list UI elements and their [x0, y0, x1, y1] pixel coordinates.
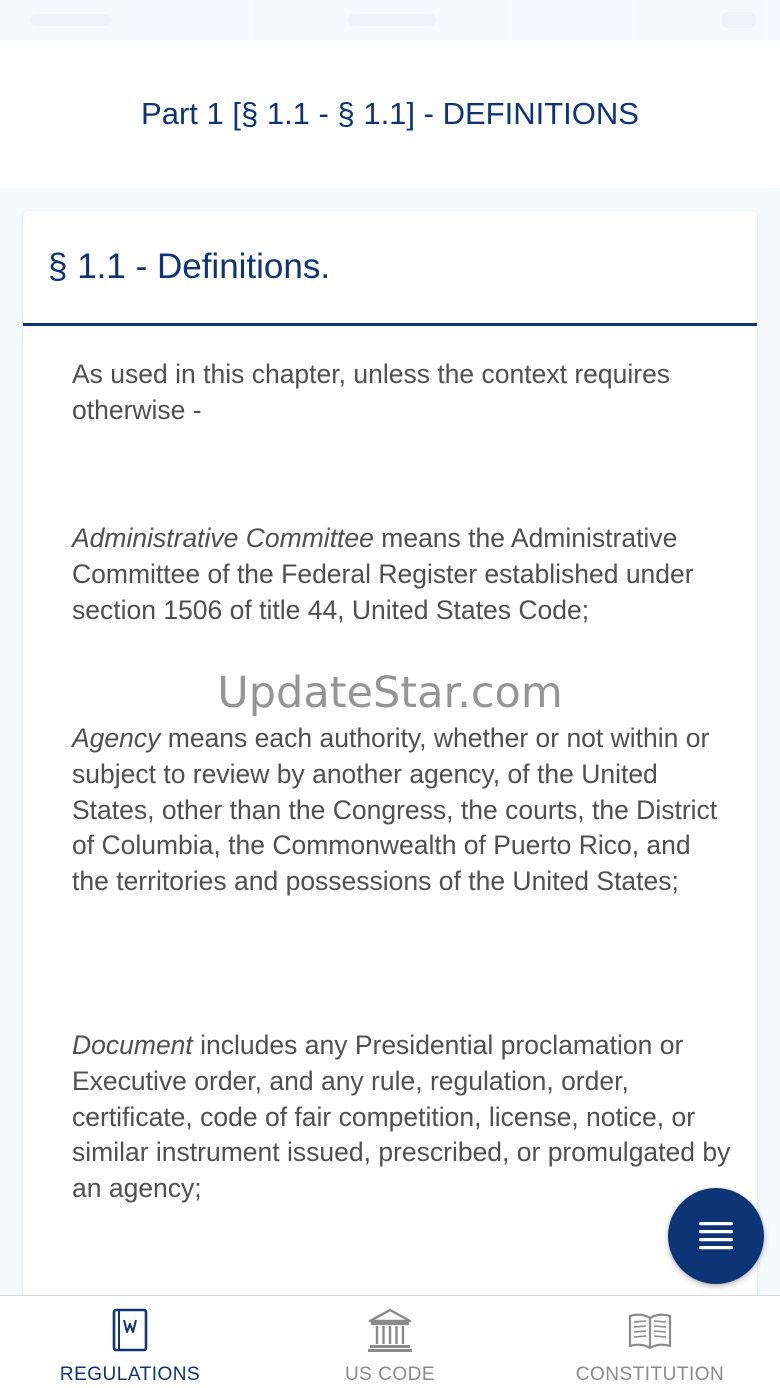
definition-paragraph: Document includes any Presidential procl…: [72, 1028, 732, 1207]
status-center: [348, 14, 436, 26]
tab-regulations[interactable]: REGULATIONS: [0, 1296, 260, 1388]
definition-term: Document: [72, 1030, 193, 1060]
menu-icon: [699, 1222, 733, 1250]
book-icon: [112, 1308, 148, 1352]
intro-paragraph: As used in this chapter, unless the cont…: [72, 359, 671, 425]
page-title: Part 1 [§ 1.1 - § 1.1] - DEFINITIONS: [141, 96, 639, 131]
definition-paragraph: Administrative Committee means the Admin…: [72, 521, 732, 628]
section-divider: [23, 323, 757, 326]
status-time: [30, 14, 110, 26]
content-card[interactable]: § 1.1 - Definitions. As used in this cha…: [23, 211, 757, 1311]
section-title: § 1.1 - Definitions.: [48, 247, 331, 286]
definition-text: means each authority, whether or not wit…: [72, 723, 718, 897]
tab-us-code[interactable]: US CODE: [260, 1296, 520, 1388]
courthouse-icon: [368, 1308, 412, 1352]
tab-label: REGULATIONS: [59, 1364, 201, 1385]
menu-button[interactable]: [668, 1188, 764, 1284]
tab-label: US CODE: [344, 1364, 436, 1385]
definition-term: Agency: [72, 723, 161, 753]
tab-bar: REGULATIONS US CODE CONSTITUTION: [0, 1295, 780, 1388]
definition-term: Administrative Committee: [72, 523, 374, 553]
header: Part 1 [§ 1.1 - § 1.1] - DEFINITIONS: [0, 40, 780, 188]
watermark: UpdateStar.com: [217, 668, 563, 718]
tab-constitution[interactable]: CONSTITUTION: [520, 1296, 780, 1388]
status-bar: [0, 0, 780, 40]
open-book-icon: [628, 1313, 672, 1350]
definition-paragraph: Agency means each authority, whether or …: [72, 721, 732, 900]
tab-label: CONSTITUTION: [575, 1364, 725, 1385]
battery-icon: [722, 12, 756, 28]
